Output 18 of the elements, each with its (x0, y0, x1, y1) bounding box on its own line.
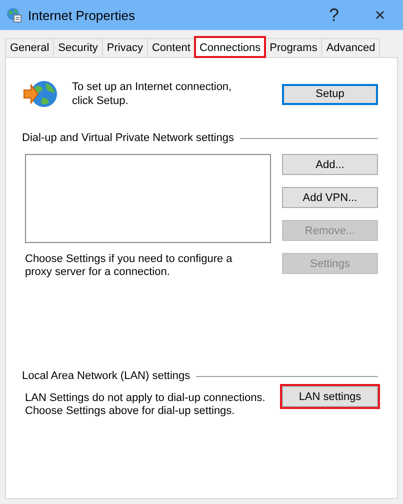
tab[interactable]: Advanced (321, 38, 380, 57)
window-title: Internet Properties (28, 8, 135, 22)
lan-description: LAN Settings do not apply to dial-up connections. Choose Settings above for dial-up settings. (25, 392, 266, 418)
add-button[interactable]: Add... (282, 154, 378, 175)
help-button[interactable]: ? (311, 0, 357, 30)
add-vpn-button[interactable]: Add VPN... (282, 187, 378, 208)
group-heading: Local Area Network (LAN) settings (22, 370, 190, 382)
proxy-description: Choose Settings if you need to configure a proxy server for a connection. (25, 253, 234, 279)
tab[interactable]: Connections (194, 36, 266, 58)
connections-list[interactable] (25, 154, 271, 243)
globe-arrow-icon (23, 78, 59, 110)
tab[interactable]: General (5, 38, 54, 57)
setup-button[interactable]: Setup (282, 84, 378, 104)
group-heading: Dial-up and Virtual Private Network settings (22, 132, 234, 144)
setup-description: To set up an Internet connection, click Setup. (72, 80, 233, 108)
lan-settings-button[interactable]: LAN settings (282, 386, 378, 407)
globe-document-icon (6, 7, 22, 23)
close-button[interactable]: × (357, 0, 403, 30)
